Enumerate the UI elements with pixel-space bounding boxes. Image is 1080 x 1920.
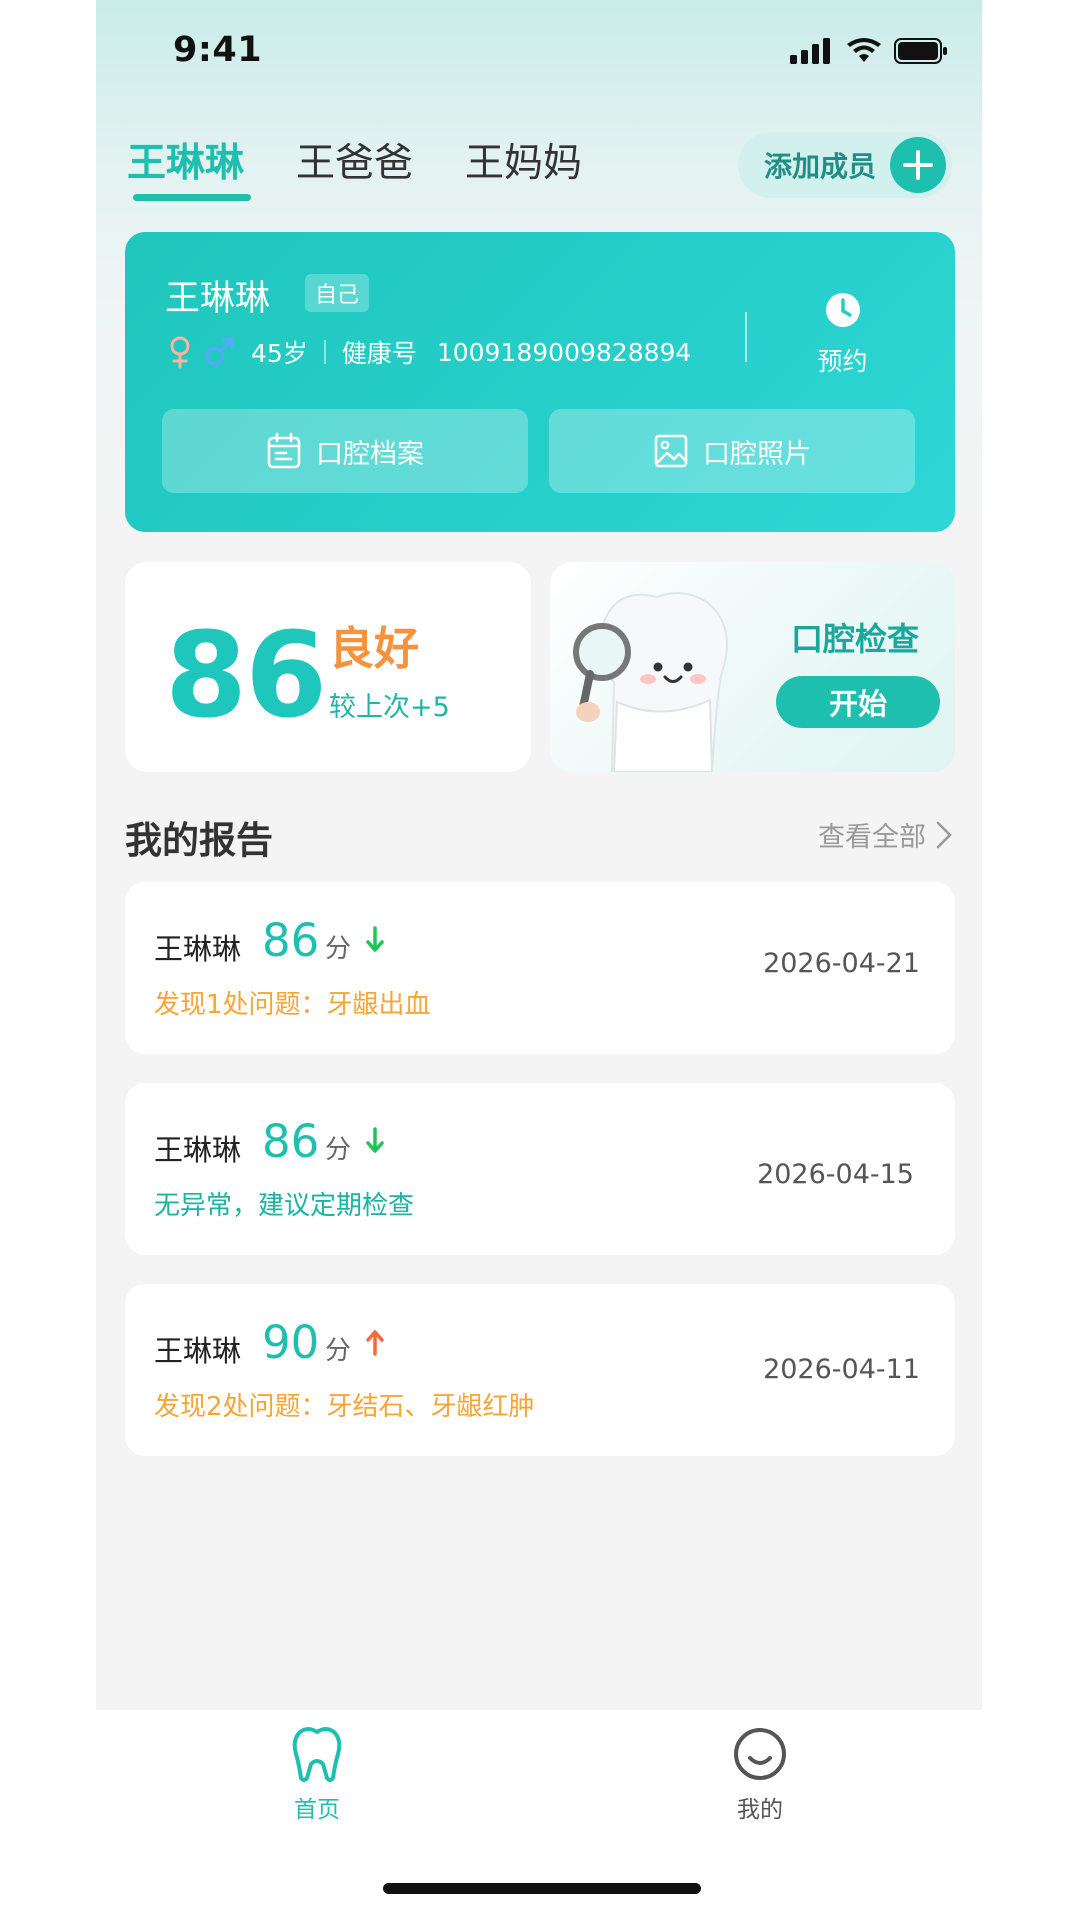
health-number: 1009189009828894 <box>436 337 692 367</box>
report-description: 无异常，建议定期检查 <box>154 1191 415 1221</box>
profile-tag: 自己 <box>305 274 370 312</box>
tab-member-1[interactable]: 王琳琳 <box>127 132 244 188</box>
health-number-label: 健康号 <box>341 339 417 368</box>
signal-icon <box>790 38 830 64</box>
view-all-link[interactable]: 查看全部 <box>818 815 952 854</box>
arrow-up-icon <box>366 1330 384 1356</box>
report-card[interactable]: 王琳琳 86 分 无异常，建议定期检查 2026-04-15 <box>125 1083 955 1255</box>
tab-member-3[interactable]: 王妈妈 <box>465 132 582 188</box>
add-member-button[interactable]: 添加成员 <box>738 132 952 198</box>
report-score-unit: 分 <box>325 1135 352 1165</box>
clock-icon <box>825 293 860 327</box>
profile-name: 王琳琳 <box>165 279 271 319</box>
plus-icon <box>890 137 946 193</box>
battery-icon <box>894 38 947 64</box>
tooth-mascot-illustration <box>573 592 728 772</box>
score-delta: 较上次+5 <box>329 692 450 723</box>
report-score: 86 <box>262 914 320 967</box>
profile-age: 45岁 <box>251 339 308 368</box>
smiley-face-icon <box>734 1728 786 1780</box>
profile-meta: 45岁 健康号 1009189009828894 <box>167 334 691 370</box>
image-icon <box>654 434 688 468</box>
calendar-icon <box>267 432 301 469</box>
background-left <box>0 0 96 1920</box>
report-member-name: 王琳琳 <box>154 1133 242 1167</box>
appointment-button[interactable]: 预约 <box>795 290 890 378</box>
wifi-icon <box>847 38 881 62</box>
tooth-icon <box>292 1727 342 1782</box>
oral-exam-title: 口腔检查 <box>790 620 919 658</box>
dental-photos-label: 口腔照片 <box>703 438 811 470</box>
report-score-unit: 分 <box>325 934 352 964</box>
arrow-down-icon <box>366 1127 384 1153</box>
score-value: 86 <box>165 606 327 744</box>
report-date: 2026-04-15 <box>757 1159 914 1190</box>
profile-divider <box>745 312 747 362</box>
reports-title: 我的报告 <box>125 819 273 862</box>
home-indicator <box>383 1883 701 1894</box>
report-score: 86 <box>262 1115 320 1168</box>
report-description: 发现1处问题：牙龈出血 <box>154 990 431 1020</box>
nav-mine-label: 我的 <box>737 1797 783 1823</box>
report-member-name: 王琳琳 <box>154 1334 242 1368</box>
appointment-label: 预约 <box>817 347 868 376</box>
status-icons <box>790 38 948 64</box>
add-member-label: 添加成员 <box>764 150 877 183</box>
tab-active-indicator <box>133 194 251 201</box>
report-description: 发现2处问题：牙结石、牙龈红肿 <box>154 1392 535 1422</box>
report-member-name: 王琳琳 <box>154 932 242 966</box>
report-card[interactable]: 王琳琳 86 分 发现1处问题：牙龈出血 2026-04-21 <box>125 882 955 1054</box>
nav-home[interactable]: 首页 <box>257 1726 377 1824</box>
member-tabs: 王琳琳 王爸爸 王妈妈 <box>127 132 634 201</box>
nav-mine[interactable]: 我的 <box>700 1726 820 1824</box>
background-right <box>982 0 1080 1920</box>
report-score-unit: 分 <box>325 1336 352 1366</box>
nav-home-label: 首页 <box>294 1797 340 1823</box>
chevron-right-icon <box>936 821 952 848</box>
app-screen: 9:41 王琳琳 王爸爸 王妈妈 添加成员 王琳琳 自己 45岁 健康号 100… <box>96 0 982 1920</box>
female-icon <box>170 336 190 369</box>
arrow-down-icon <box>366 926 384 952</box>
view-all-label: 查看全部 <box>818 822 926 853</box>
meta-divider <box>323 340 326 364</box>
score-card[interactable]: 86 良好 较上次+5 <box>125 562 531 772</box>
male-icon <box>205 337 234 366</box>
tab-member-2[interactable]: 王爸爸 <box>296 132 413 188</box>
profile-card: 王琳琳 自己 45岁 健康号 1009189009828894 预约 口腔档案 … <box>125 232 955 532</box>
report-date: 2026-04-21 <box>763 948 920 979</box>
oral-exam-card: 口腔检查 开始 <box>550 562 955 772</box>
report-score: 90 <box>262 1316 320 1369</box>
start-exam-button[interactable]: 开始 <box>776 676 940 728</box>
report-card[interactable]: 王琳琳 90 分 发现2处问题：牙结石、牙龈红肿 2026-04-11 <box>125 1284 955 1456</box>
status-time: 9:41 <box>173 30 263 70</box>
dental-records-button[interactable]: 口腔档案 <box>162 409 528 493</box>
score-level: 良好 <box>329 622 420 675</box>
dental-photos-button[interactable]: 口腔照片 <box>549 409 915 493</box>
report-date: 2026-04-11 <box>763 1354 920 1385</box>
dental-records-label: 口腔档案 <box>316 438 424 470</box>
